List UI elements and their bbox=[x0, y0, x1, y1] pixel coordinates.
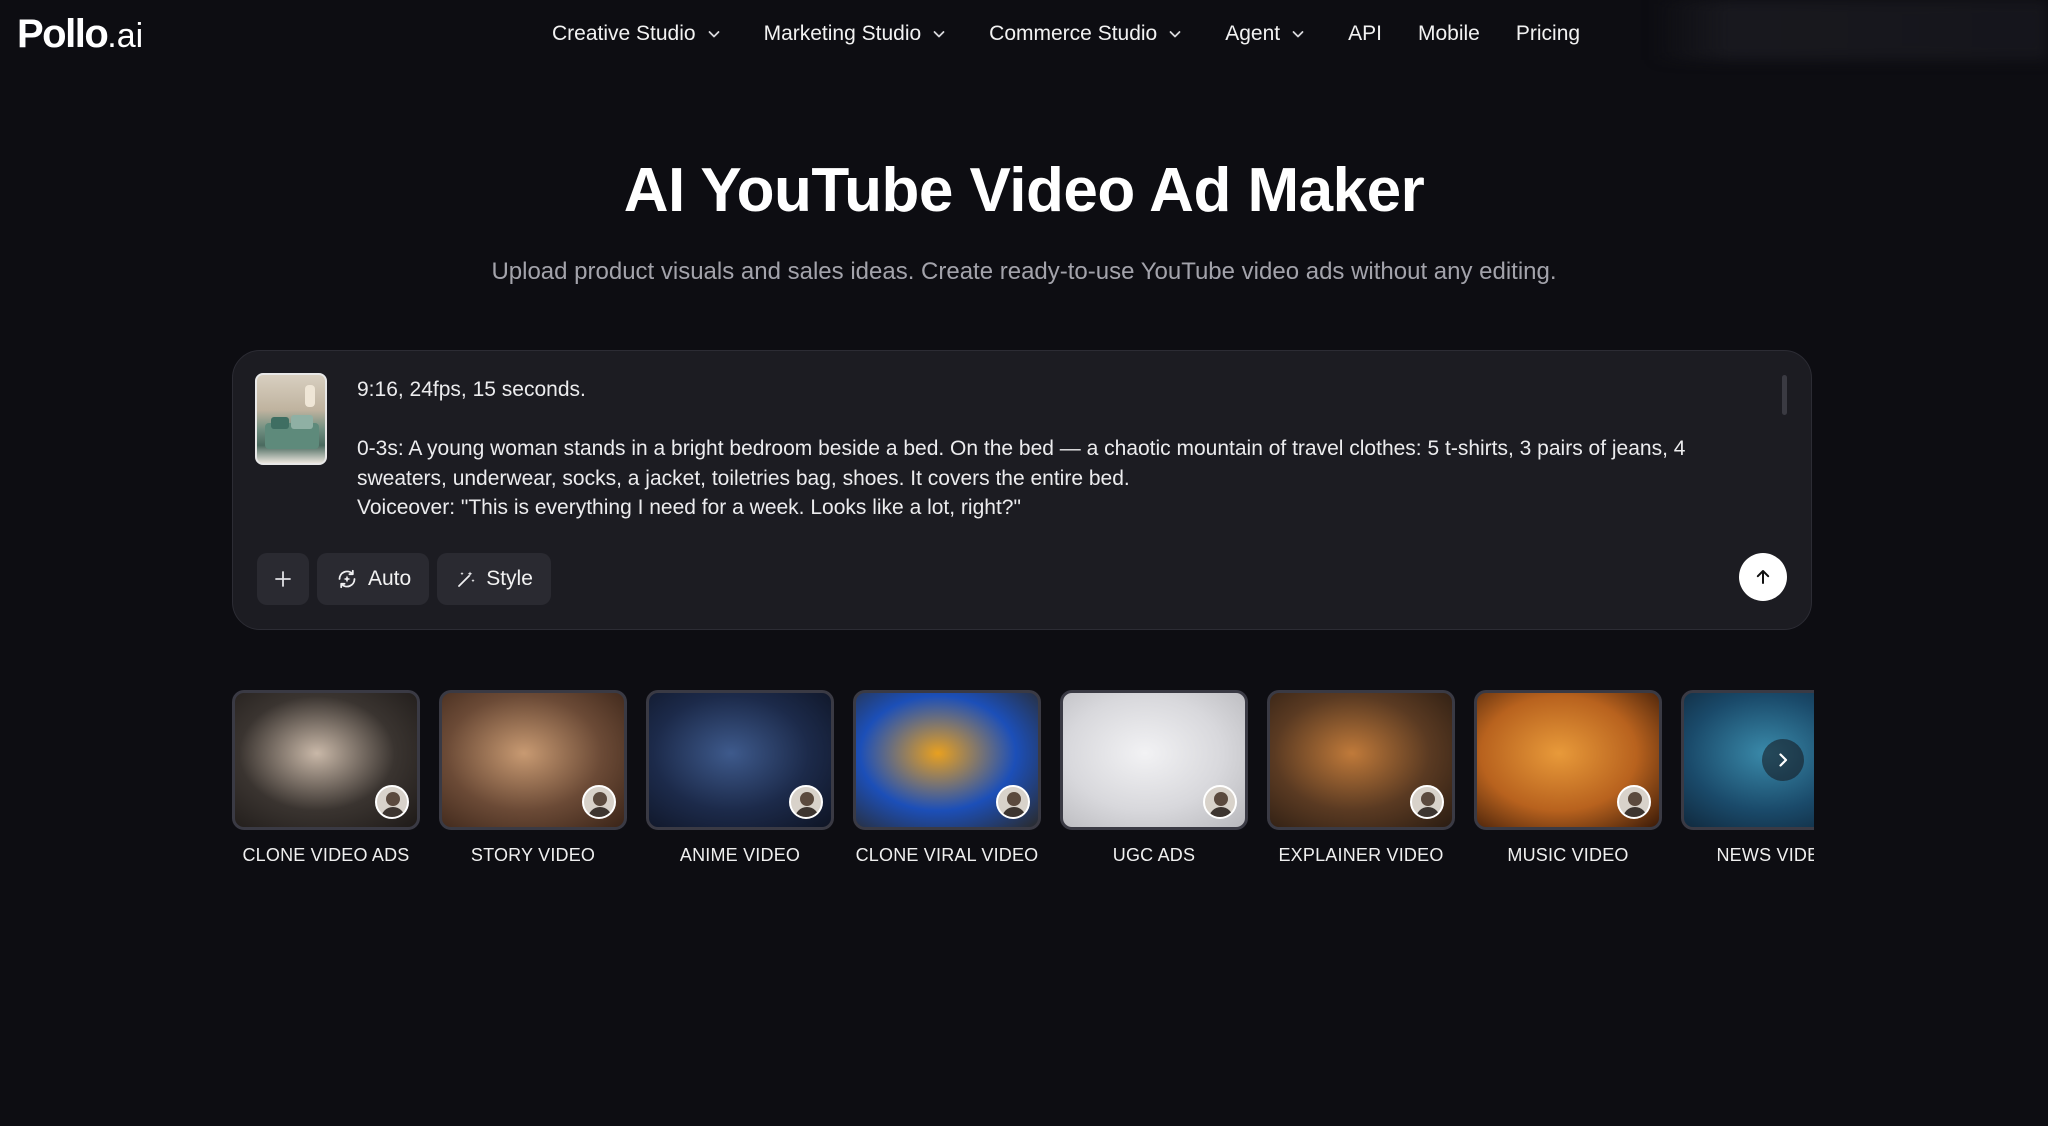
chevron-down-icon bbox=[706, 26, 722, 42]
template-thumbnail bbox=[439, 690, 627, 830]
template-card-anime-video[interactable]: ANIME VIDEO bbox=[646, 690, 834, 866]
prompt-box: 9:16, 24fps, 15 seconds. 0-3s: A young w… bbox=[232, 350, 1812, 630]
logo-name: Pollo bbox=[17, 12, 109, 56]
template-label: EXPLAINER VIDEO bbox=[1278, 845, 1444, 865]
nav-item-label: Marketing Studio bbox=[763, 22, 922, 45]
template-card-music-video[interactable]: MUSIC VIDEO bbox=[1474, 690, 1662, 866]
uploaded-image-thumbnail[interactable] bbox=[255, 373, 327, 465]
nav-item-label: Mobile bbox=[1417, 22, 1480, 45]
template-thumbnail bbox=[232, 690, 420, 830]
chevron-down-icon bbox=[931, 26, 947, 42]
chevron-right-icon bbox=[1779, 753, 1788, 767]
template-card-story-video[interactable]: STORY VIDEO bbox=[439, 690, 627, 866]
creator-avatar bbox=[1617, 785, 1651, 819]
prompt-scrollbar[interactable] bbox=[1782, 375, 1787, 415]
top-navigation: Pollo .ai Creative Studio Marketing Studio… bbox=[0, 0, 2048, 68]
template-thumbnail bbox=[1060, 690, 1248, 830]
template-carousel: CLONE VIDEO ADS STORY VIDEO ANIME VIDEO CLO… bbox=[232, 690, 1814, 870]
nav-item-label: API bbox=[1348, 22, 1382, 45]
logo-tld: .ai bbox=[107, 17, 144, 55]
template-thumbnail bbox=[1267, 690, 1455, 830]
creator-avatar bbox=[996, 785, 1030, 819]
nav-item-agent[interactable]: Agent bbox=[1225, 22, 1306, 46]
template-thumbnail bbox=[646, 690, 834, 830]
page-title: AI YouTube Video Ad Maker bbox=[623, 156, 1425, 225]
template-label: STORY VIDEO bbox=[470, 845, 596, 865]
creator-avatar bbox=[582, 785, 616, 819]
arrow-up-icon bbox=[1756, 570, 1770, 584]
nav-item-label: Commerce Studio bbox=[989, 22, 1158, 45]
prompt-input[interactable]: 9:16, 24fps, 15 seconds. 0-3s: A young w… bbox=[357, 375, 1757, 523]
template-thumbnail bbox=[853, 690, 1041, 830]
template-label: MUSIC VIDEO bbox=[1507, 845, 1629, 865]
page-subtitle: Upload product visuals and sales ideas. … bbox=[491, 258, 1557, 285]
template-card-ugc-ads[interactable]: UGC ADS bbox=[1060, 690, 1248, 866]
nav-item-marketing-studio[interactable]: Marketing Studio bbox=[764, 22, 948, 46]
nav-item-creative-studio[interactable]: Creative Studio bbox=[552, 22, 722, 46]
auto-button-label: Auto bbox=[368, 567, 412, 590]
nav-item-api[interactable]: API bbox=[1348, 22, 1382, 46]
pollo-logo[interactable]: Pollo .ai bbox=[17, 12, 143, 57]
nav-overlay-region bbox=[1650, 0, 2048, 60]
auto-button[interactable]: Auto bbox=[317, 553, 430, 605]
creator-avatar bbox=[1410, 785, 1444, 819]
creator-avatar bbox=[375, 785, 409, 819]
nav-item-commerce-studio[interactable]: Commerce Studio bbox=[989, 22, 1183, 46]
template-thumbnail bbox=[1474, 690, 1662, 830]
nav-item-label: Pricing bbox=[1515, 22, 1581, 45]
template-label: CLONE VIRAL VIDEO bbox=[855, 845, 1039, 865]
template-label: ANIME VIDEO bbox=[679, 845, 801, 865]
chevron-down-icon bbox=[1290, 26, 1306, 42]
template-label: CLONE VIDEO ADS bbox=[242, 845, 410, 865]
creator-avatar bbox=[789, 785, 823, 819]
magic-wand-icon bbox=[458, 571, 475, 587]
nav-item-label: Agent bbox=[1225, 22, 1281, 45]
nav-item-pricing[interactable]: Pricing bbox=[1516, 22, 1580, 46]
template-card-news-video[interactable]: NEWS VIDEO bbox=[1681, 690, 1814, 866]
add-button[interactable] bbox=[257, 553, 309, 605]
send-button[interactable] bbox=[1739, 553, 1787, 601]
auto-sparkle-icon bbox=[338, 569, 356, 589]
template-label: UGC ADS bbox=[1112, 845, 1196, 865]
nav-menu: Creative Studio Marketing Studio Commerce … bbox=[552, 0, 1616, 68]
template-label: NEWS VIDEO bbox=[1716, 845, 1814, 865]
creator-avatar bbox=[1203, 785, 1237, 819]
template-card-clone-viral-video[interactable]: CLONE VIRAL VIDEO bbox=[853, 690, 1041, 866]
style-button-label: Style bbox=[486, 567, 533, 590]
style-button[interactable]: Style bbox=[437, 553, 551, 605]
plus-icon bbox=[275, 571, 291, 587]
prompt-toolbar: Auto Style bbox=[257, 553, 551, 605]
template-card-clone-video-ads[interactable]: CLONE VIDEO ADS bbox=[232, 690, 420, 866]
template-card-explainer-video[interactable]: EXPLAINER VIDEO bbox=[1267, 690, 1455, 866]
nav-item-label: Creative Studio bbox=[552, 22, 696, 45]
chevron-down-icon bbox=[1167, 26, 1183, 42]
nav-item-mobile[interactable]: Mobile bbox=[1418, 22, 1480, 46]
carousel-next-button[interactable] bbox=[1762, 739, 1804, 781]
